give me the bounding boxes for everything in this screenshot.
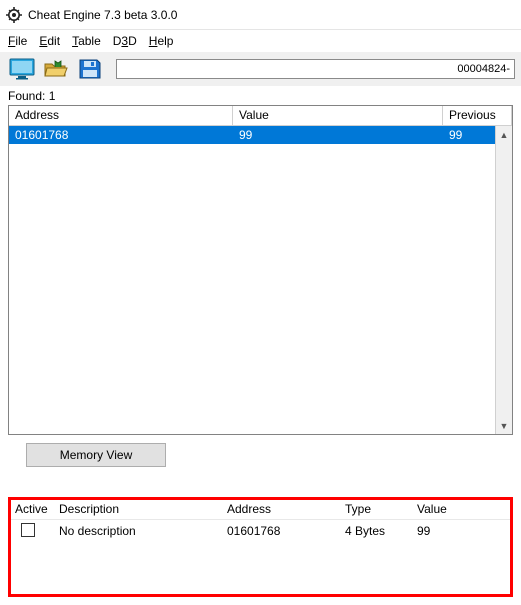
address-list-row[interactable]: No description 01601768 4 Bytes 99: [11, 520, 510, 542]
results-scrollbar[interactable]: ▲ ▼: [495, 126, 512, 434]
al-col-value[interactable]: Value: [413, 500, 483, 519]
scan-progress: 00004824-: [116, 59, 515, 79]
found-count-label: Found: 1: [0, 86, 521, 105]
al-col-description[interactable]: Description: [55, 500, 223, 519]
al-address: 01601768: [223, 524, 341, 538]
window-title: Cheat Engine 7.3 beta 3.0.0: [28, 8, 177, 22]
al-col-type[interactable]: Type: [341, 500, 413, 519]
open-process-button[interactable]: [6, 55, 38, 83]
scroll-down-icon[interactable]: ▼: [496, 417, 512, 434]
address-list-header: Active Description Address Type Value: [11, 500, 510, 520]
memory-view-button[interactable]: Memory View: [26, 443, 166, 467]
results-header: Address Value Previous: [9, 106, 512, 126]
menubar: File Edit Table D3D Help: [0, 30, 521, 52]
folder-open-icon: [43, 58, 69, 80]
titlebar: Cheat Engine 7.3 beta 3.0.0: [0, 0, 521, 30]
menu-help[interactable]: Help: [149, 34, 174, 48]
al-description: No description: [55, 524, 223, 538]
menu-edit[interactable]: Edit: [39, 34, 60, 48]
checkbox-icon[interactable]: [21, 523, 35, 537]
monitor-icon: [9, 58, 35, 80]
save-button[interactable]: [74, 55, 106, 83]
floppy-icon: [77, 58, 103, 80]
results-body[interactable]: 01601768 99 99: [9, 126, 512, 434]
menu-table[interactable]: Table: [72, 34, 101, 48]
results-panel: Address Value Previous 01601768 99 99 ▲ …: [8, 105, 513, 435]
scan-progress-text: 00004824-: [457, 63, 510, 75]
results-col-address[interactable]: Address: [9, 106, 233, 126]
al-col-active[interactable]: Active: [11, 500, 55, 519]
results-col-value[interactable]: Value: [233, 106, 443, 126]
open-file-button[interactable]: [40, 55, 72, 83]
app-icon: [6, 7, 22, 23]
results-col-previous[interactable]: Previous: [443, 106, 512, 126]
menu-file[interactable]: File: [8, 34, 27, 48]
result-row[interactable]: 01601768 99 99: [9, 126, 512, 144]
mid-bar: Memory View: [8, 443, 513, 467]
al-col-address[interactable]: Address: [223, 500, 341, 519]
address-list-panel: Active Description Address Type Value No…: [8, 497, 513, 597]
menu-d3d[interactable]: D3D: [113, 34, 137, 48]
al-value: 99: [413, 524, 483, 538]
toolbar: 00004824-: [0, 52, 521, 86]
result-value: 99: [233, 128, 443, 142]
scroll-up-icon[interactable]: ▲: [496, 126, 512, 143]
result-address: 01601768: [9, 128, 233, 142]
al-type: 4 Bytes: [341, 524, 413, 538]
al-active-cell[interactable]: [11, 523, 55, 540]
